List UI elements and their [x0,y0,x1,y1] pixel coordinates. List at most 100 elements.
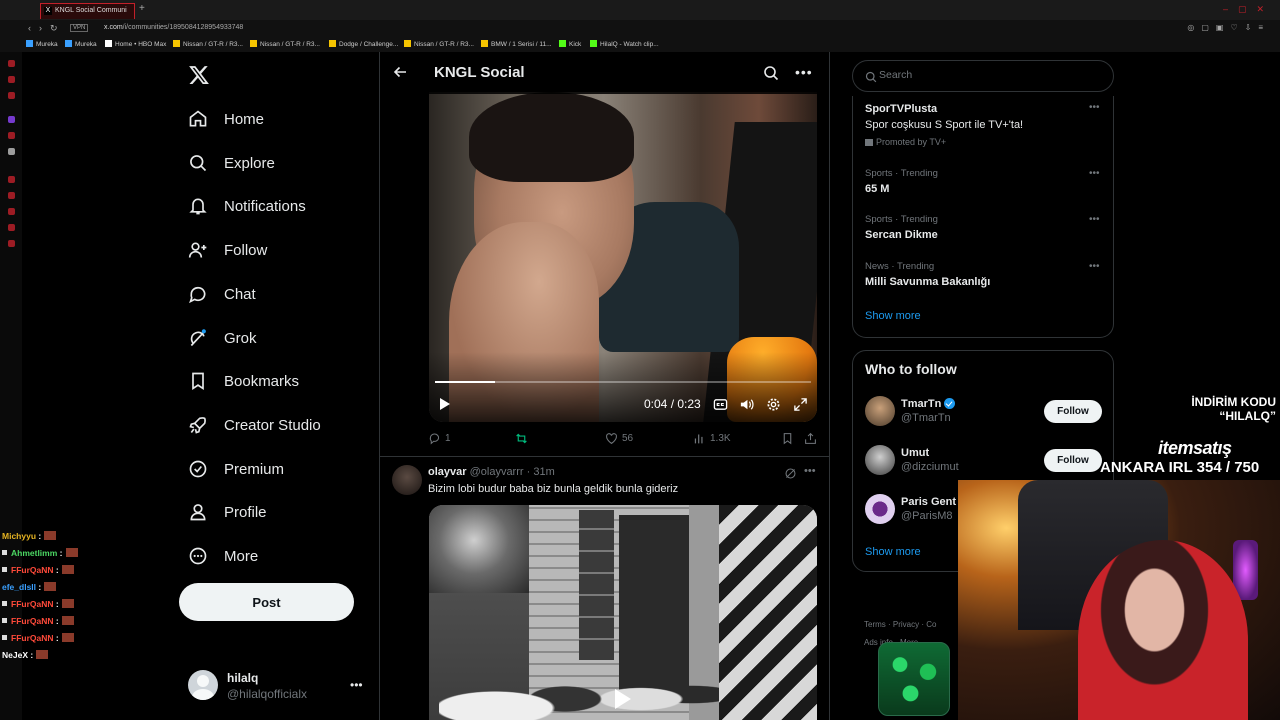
nav-item-profile[interactable]: Profile [188,497,267,527]
search-icon[interactable] [763,65,779,81]
more-dots-icon[interactable]: ••• [1089,168,1100,179]
window-controls[interactable]: –▢✕ [1223,4,1274,15]
account-switcher[interactable]: hilalq @hilalqofficialx ••• [188,670,368,710]
search-input[interactable] [879,69,1099,81]
follow-suggestion[interactable]: Umut @dizciumut Follow [865,445,1105,479]
tweet-handle[interactable]: @olayvarrr [470,466,524,478]
user-handle: @TmarTn [901,412,951,424]
tweet-author[interactable]: olayvar [428,466,467,478]
tweet-time[interactable]: · 31m [527,466,555,478]
nav-item-notifications[interactable]: Notifications [188,191,306,221]
more-dots-icon[interactable]: ••• [1089,261,1100,272]
tweet-video-player[interactable] [429,505,817,720]
bookmark-button[interactable] [781,432,798,445]
nav-item-label: Follow [224,241,268,259]
bookmark-item[interactable]: Home • HBO Max [105,40,166,48]
bookmark-item[interactable]: Dodge / Challenge... [329,40,398,48]
community-header: KNGL Social ••• [380,52,829,94]
bookmark-item[interactable]: HilalQ - Watch clip... [590,40,659,48]
bookmark-item[interactable]: BMW / 1 Serisi / 11... [481,40,552,48]
video-progress-bar[interactable] [435,381,811,383]
volume-icon[interactable] [739,397,754,412]
person-icon [190,504,206,521]
post-button[interactable]: Post [179,583,354,621]
url-domain: x.com [104,24,123,31]
back-arrow-icon[interactable] [392,64,408,80]
follow-suggestion[interactable]: TmarTn @TmarTn Follow [865,396,1105,430]
nav-arrows-icon[interactable]: ‹›↻ [28,23,66,34]
promoted-trend-title[interactable]: SporTVPlusta [865,103,937,115]
emote-icon [61,599,74,608]
browser-tools-icon[interactable]: ◎▢▣♡⇩≡ [1187,23,1270,32]
bookmark-item[interactable]: Mureka [65,40,97,48]
more-dots-icon[interactable]: ••• [1089,102,1100,113]
bookmark-item[interactable]: Kick [559,40,581,48]
webcam-overlay [958,480,1280,720]
bookmark-item[interactable]: Mureka [26,40,58,48]
show-more-link[interactable]: Show more [865,310,921,322]
bookmark-item[interactable]: Nissan / GT-R / R3... [250,40,320,48]
bookmark-item[interactable]: Nissan / GT-R / R3... [173,40,243,48]
chat-username: Ahmetlimm [11,548,58,558]
fullscreen-icon[interactable] [793,397,808,412]
play-icon[interactable] [615,689,631,709]
chat-message: NeJeX : [2,647,152,664]
chat-username: FFurQaNN [11,565,54,575]
trend-item[interactable]: Sports · Trending Sercan Dikme [865,214,1105,241]
trend-item[interactable]: Sports · Trending 65 M [865,168,1105,195]
nav-item-bookmarks[interactable]: Bookmarks [188,366,299,396]
x-logo-icon[interactable] [188,64,210,86]
avatar[interactable] [392,465,422,495]
tweet-action-bar: 1 56 1.3K [428,430,820,448]
settings-gear-icon[interactable] [766,397,781,412]
more-dots-icon[interactable]: ••• [350,678,363,692]
more-dots-icon[interactable]: ••• [804,465,816,477]
avatar[interactable] [865,494,895,524]
vpn-badge[interactable]: VPN [70,24,89,32]
avatar [188,670,218,700]
follow-button[interactable]: Follow [1044,449,1102,472]
nav-item-creator-studio[interactable]: Creator Studio [188,410,321,440]
chat-username: FFurQaNN [11,616,54,626]
avatar[interactable] [865,396,895,426]
more-dots-icon[interactable]: ••• [1089,214,1100,225]
grok-icon[interactable] [784,467,797,480]
nav-item-follow[interactable]: Follow [188,235,267,265]
nav-item-explore[interactable]: Explore [188,148,275,178]
views-button[interactable]: 1.3K [693,432,731,445]
share-button[interactable] [804,432,821,445]
bookmark-favicon-icon [559,40,566,47]
nav-item-grok[interactable]: Grok [188,323,257,353]
avatar[interactable] [865,445,895,475]
show-more-link[interactable]: Show more [865,546,921,558]
bookmark-favicon-icon [250,40,257,47]
repost-button[interactable] [515,432,532,445]
captions-icon[interactable] [713,397,728,412]
section-title: Who to follow [865,361,957,377]
play-icon[interactable] [440,398,450,410]
search-field[interactable] [852,60,1114,92]
user-handle: @ParisM8 [901,510,953,522]
nav-item-premium[interactable]: Premium [188,454,284,484]
nav-item-chat[interactable]: Chat [188,279,256,309]
new-tab-icon[interactable]: + [139,3,145,14]
like-button[interactable]: 56 [605,432,633,445]
chat-message: Michyyu : [2,528,152,545]
bookmark-favicon-icon [590,40,597,47]
tweet-video-player[interactable]: 0:04 / 0:23 [429,92,817,422]
nav-item-more[interactable]: More [188,541,258,571]
browser-tab-bar: X KNGL Social Communi + –▢✕ [0,0,1280,20]
footer-links[interactable]: Terms · Privacy · Co [864,620,936,629]
nav-item-label: Profile [224,503,267,521]
reply-button[interactable]: 1 [428,432,451,445]
bookmark-item[interactable]: Nissan / GT-R / R3... [404,40,474,48]
nav-item-home[interactable]: Home [188,104,264,134]
more-dots-icon[interactable]: ••• [795,64,813,80]
bookmark-favicon-icon [404,40,411,47]
trend-item[interactable]: News · Trending Milli Savunma Bakanlığı [865,261,1105,288]
emote-icon [36,650,49,659]
follow-button[interactable]: Follow [1044,400,1102,423]
x-favicon-icon: X [44,7,52,15]
browser-tab-active[interactable]: X KNGL Social Communi [40,3,135,19]
url-field[interactable]: x.com/i/communities/1895084128954933748 [104,24,243,31]
